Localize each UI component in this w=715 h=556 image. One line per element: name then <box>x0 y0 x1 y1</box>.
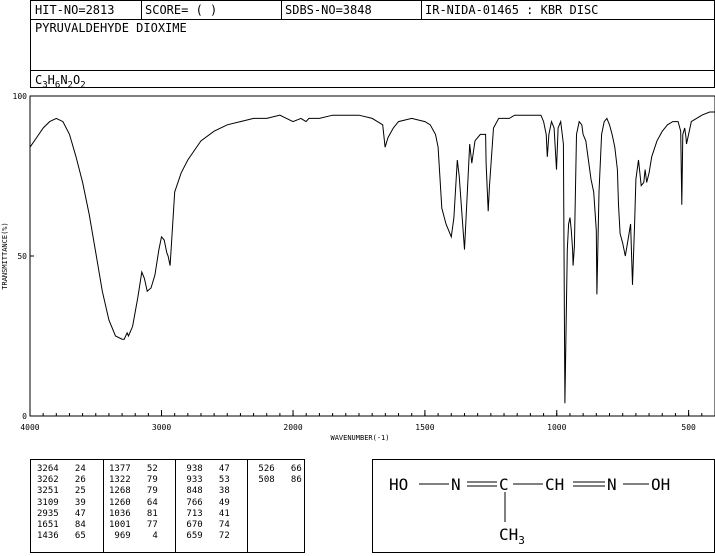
peak-column: 3264 24 3262 26 3251 25 3109 39 2935 47 1651 … <box>37 464 86 542</box>
peak-row: 3264 24 <box>37 464 86 474</box>
peak-row: 3251 25 <box>37 486 86 497</box>
peak-row: 938 47 <box>181 464 230 474</box>
peak-row: 969 4 <box>109 531 158 542</box>
peak-row: 2935 47 <box>37 508 86 519</box>
peak-row: 1651 84 <box>37 520 86 531</box>
peak-row: 1001 77 <box>109 520 158 531</box>
peak-column-separator <box>247 460 248 552</box>
peak-column-separator <box>175 460 176 552</box>
atom-ch: CH <box>545 475 564 494</box>
x-tick-label: 4000 <box>20 423 39 432</box>
y-tick-label: 50 <box>17 252 27 261</box>
peak-column: 938 47 933 53 848 38 766 49 713 41 670 7… <box>181 464 230 542</box>
peak-row: 3109 39 <box>37 497 86 508</box>
peak-row: 1260 64 <box>109 497 158 508</box>
x-tick-label: 2000 <box>283 423 302 432</box>
structure-box: HO N C CH N OH CH3 <box>372 459 715 553</box>
peak-row: 3262 26 <box>37 475 86 486</box>
peak-row: 508 86 <box>253 475 302 486</box>
peak-column: 526 66 508 86 <box>253 464 302 486</box>
peak-row: 1436 65 <box>37 531 86 542</box>
peak-row: 1377 52 <box>109 464 158 474</box>
x-tick-label: 500 <box>681 423 696 432</box>
atom-n1: N <box>451 475 461 494</box>
atom-ho: HO <box>389 475 408 494</box>
atom-ch3: CH3 <box>499 525 525 547</box>
peak-row: 933 53 <box>181 475 230 486</box>
peak-row: 713 41 <box>181 508 230 519</box>
peak-row: 1036 81 <box>109 508 158 519</box>
plot-frame <box>29 95 715 417</box>
x-tick-label: 3000 <box>152 423 171 432</box>
y-tick-label: 100 <box>13 92 28 101</box>
peak-row: 766 49 <box>181 497 230 508</box>
peak-row: 670 74 <box>181 520 230 531</box>
peak-column: 1377 52 1322 79 1268 79 1260 64 1036 81 1001 … <box>109 464 158 542</box>
peak-row: 659 72 <box>181 531 230 542</box>
x-axis-label: WAVENUMBER(-1) <box>330 434 389 442</box>
structure-diagram: HO N C CH N OH CH3 <box>389 475 670 547</box>
ir-spectrum-chart: 100500 4000 3000 2000 1500 1000 500 TRANSMITT… <box>1 92 715 442</box>
peak-column-separator <box>103 460 104 552</box>
peak-row: 1268 79 <box>109 486 158 497</box>
y-axis-label: TRANSMITTANCE(%) <box>1 222 9 289</box>
x-tick-label: 1500 <box>415 423 434 432</box>
atom-c: C <box>499 475 509 494</box>
spectrum-line <box>29 111 715 404</box>
atom-n2: N <box>607 475 617 494</box>
x-tick-label: 1000 <box>547 423 566 432</box>
peak-row: 526 66 <box>253 464 302 474</box>
peak-table: 3264 24 3262 26 3251 25 3109 39 2935 47 1651 … <box>30 459 305 553</box>
peak-row: 848 38 <box>181 486 230 497</box>
peak-row: 1322 79 <box>109 475 158 486</box>
atom-oh: OH <box>651 475 670 494</box>
y-tick-label: 0 <box>22 412 27 421</box>
